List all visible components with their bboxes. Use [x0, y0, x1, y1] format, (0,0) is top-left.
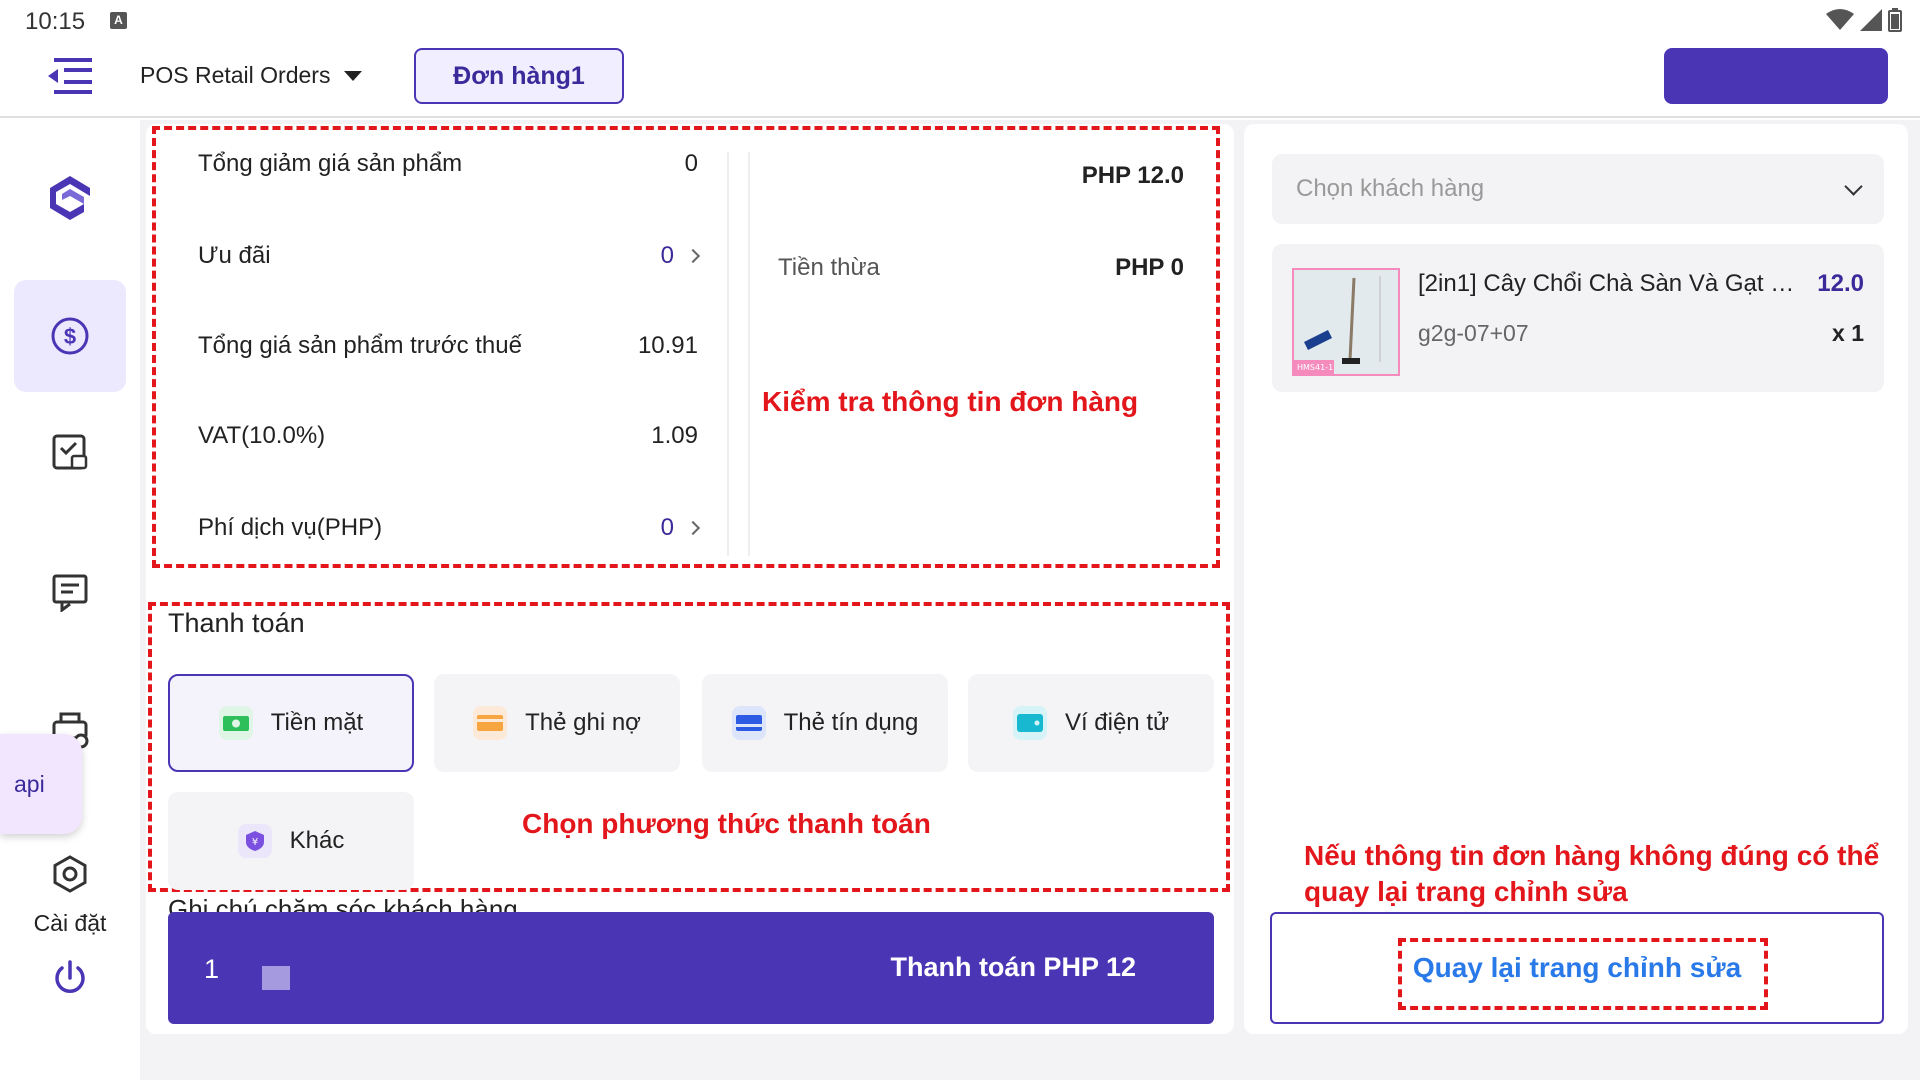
- pos-config-label: POS Retail Orders: [140, 62, 331, 88]
- checkout-button[interactable]: 1 Thanh toán PHP 12: [168, 912, 1214, 1024]
- chevron-down-icon: [1844, 176, 1863, 196]
- payment-method-ewallet[interactable]: Ví điện tử: [968, 674, 1214, 772]
- signal-icon: [1860, 9, 1882, 31]
- payment-method-cash[interactable]: Tiền mặt: [168, 674, 414, 772]
- app-header: POS Retail Orders Đơn hàng1: [0, 40, 1920, 118]
- collapse-menu-icon[interactable]: [44, 54, 94, 98]
- e-wallet-icon: [1012, 706, 1047, 740]
- logo-icon: [44, 174, 96, 226]
- power-icon[interactable]: [44, 952, 96, 1004]
- payment-method-label: Ví điện tử: [1064, 709, 1170, 736]
- checkout-square-icon: [262, 966, 290, 990]
- checkout-label: Thanh toán PHP 12: [890, 952, 1136, 982]
- header-action-button[interactable]: [1664, 48, 1888, 104]
- cart-item-sku: g2g-07+07: [1418, 320, 1529, 346]
- checkout-qty: 1: [204, 954, 220, 984]
- dollar-icon[interactable]: $: [44, 310, 96, 362]
- payment-method-debit[interactable]: Thẻ ghi nợ: [434, 674, 680, 772]
- svg-text:$: $: [64, 324, 76, 349]
- settings-icon[interactable]: [44, 848, 96, 900]
- cart-item-price: 12.0: [1817, 270, 1864, 297]
- payment-title: Thanh toán: [168, 608, 305, 638]
- battery-icon: [1888, 8, 1902, 32]
- annotation-go-back-line2: quay lại trang chỉnh sửa: [1304, 876, 1628, 907]
- other-payment-icon: ¥: [237, 824, 272, 858]
- payment-method-other[interactable]: ¥ Khác: [168, 792, 414, 890]
- payment-method-label: Thẻ tín dụng: [783, 709, 919, 736]
- annotation-go-back: Nếu thông tin đơn hàng không đúng có thể…: [1304, 838, 1879, 910]
- payment-method-label: Tiền mặt: [270, 709, 364, 736]
- settings-label[interactable]: Cài đặt: [0, 910, 140, 937]
- credit-card-icon: [731, 706, 766, 740]
- system-icons: [1826, 8, 1902, 32]
- payment-method-credit[interactable]: Thẻ tín dụng: [702, 674, 948, 772]
- notification-badge-icon: A: [110, 12, 127, 29]
- thumbnail-tag: HMS41-1: [1297, 363, 1333, 372]
- annotation-choose-payment: Chọn phương thức thanh toán: [522, 808, 931, 839]
- cash-icon: [218, 706, 253, 740]
- customer-select-placeholder: Chọn khách hàng: [1296, 175, 1485, 202]
- annotation-box-back-button: [1398, 938, 1768, 1010]
- receipt-icon[interactable]: [44, 566, 96, 618]
- annotation-check-order: Kiểm tra thông tin đơn hàng: [762, 386, 1139, 417]
- wifi-icon: [1826, 9, 1854, 30]
- annotation-box-order-info: [152, 126, 1220, 568]
- status-time: 10:15: [25, 8, 86, 35]
- payment-method-label: Thẻ ghi nợ: [525, 709, 641, 736]
- api-floating-button[interactable]: api: [0, 734, 82, 834]
- debit-card-icon: [473, 706, 508, 740]
- cart-item-name: [2in1] Cây Chổi Chà Sàn Và Gạt Nước: [1418, 270, 1798, 297]
- tab-order[interactable]: Đơn hàng1: [414, 48, 624, 104]
- pos-config-select[interactable]: POS Retail Orders: [140, 62, 363, 89]
- cart-item-qty: x 1: [1832, 320, 1864, 346]
- sidebar: $ api Cài đặt: [0, 120, 140, 1080]
- payment-method-label: Khác: [289, 827, 345, 854]
- caret-down-icon: [344, 70, 363, 81]
- customer-select[interactable]: Chọn khách hàng: [1272, 154, 1884, 224]
- status-bar: 10:15 A: [0, 0, 1920, 40]
- product-thumbnail: HMS41-1: [1292, 268, 1400, 376]
- svg-text:¥: ¥: [251, 837, 257, 848]
- orders-icon[interactable]: [44, 426, 96, 478]
- annotation-go-back-line1: Nếu thông tin đơn hàng không đúng có thể: [1304, 840, 1880, 871]
- customer-note-label: Ghi chú chăm sóc khách hàng: [168, 894, 518, 914]
- cart-item[interactable]: HMS41-1 [2in1] Cây Chổi Chà Sàn Và Gạt N…: [1272, 244, 1884, 392]
